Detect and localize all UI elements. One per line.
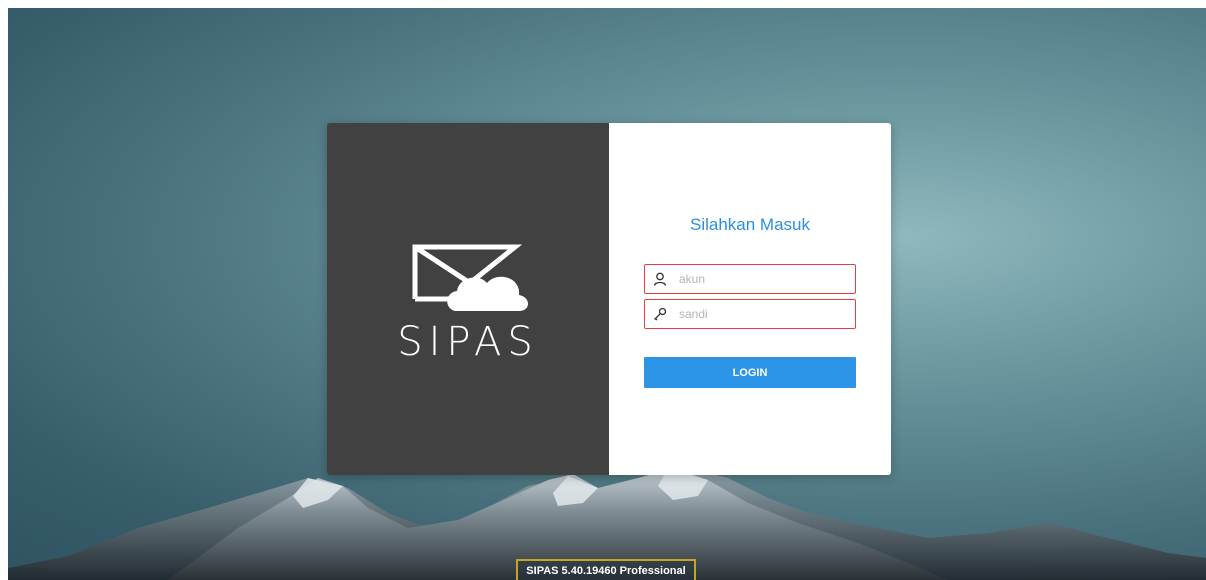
password-input[interactable] <box>675 301 849 327</box>
user-icon <box>645 265 675 293</box>
login-form: Silahkan Masuk akun LOGIN <box>609 123 891 475</box>
username-input[interactable] <box>675 266 849 292</box>
version-label: SIPAS 5.40.19460 Professional <box>516 559 696 580</box>
brand-name: SIPAS <box>397 319 539 365</box>
brand-panel: SIPAS <box>327 123 609 475</box>
login-page: SIPAS Silahkan Masuk akun LOGIN SIPAS 5.… <box>0 0 1206 580</box>
password-field[interactable] <box>644 299 856 329</box>
login-button[interactable]: LOGIN <box>644 357 856 388</box>
username-field[interactable] <box>644 264 856 294</box>
login-title: Silahkan Masuk <box>689 215 810 234</box>
login-card: SIPAS Silahkan Masuk akun LOGIN <box>327 123 891 475</box>
key-icon <box>645 300 675 328</box>
